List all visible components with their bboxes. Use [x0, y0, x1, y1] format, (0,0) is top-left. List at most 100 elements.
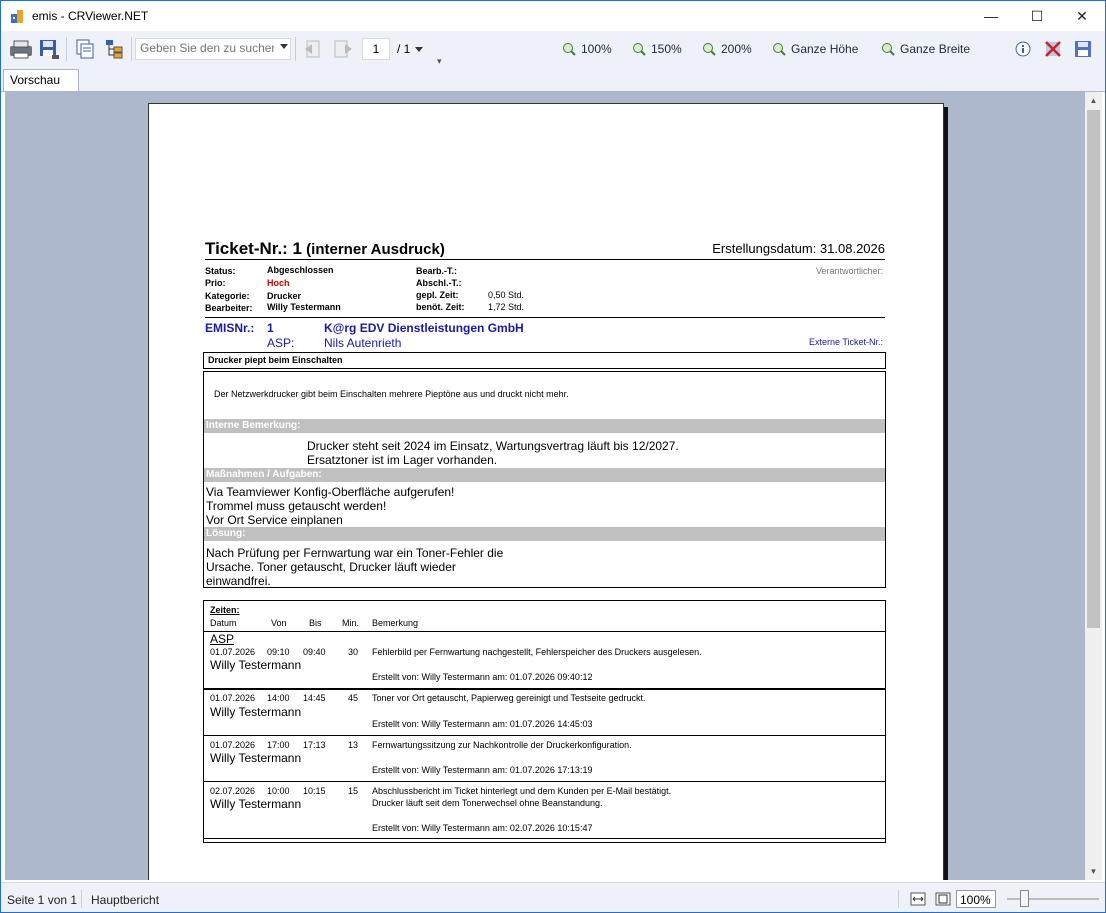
- entry-divider: [204, 838, 885, 839]
- toolbar-separator: [66, 37, 67, 61]
- ticket-number: Ticket-Nr.: 1: [205, 239, 303, 258]
- internal-note-line: Drucker steht seit 2024 im Einsatz, Wart…: [307, 439, 679, 453]
- window-title: emis - CRViewer.NET: [32, 9, 149, 23]
- chevron-down-icon[interactable]: [280, 44, 288, 49]
- entry-note: Toner vor Ort getauscht, Papierweg gerei…: [372, 693, 646, 703]
- ticket-title: Ticket-Nr.: 1 (interner Ausdruck): [205, 239, 445, 259]
- info-button[interactable]: [1015, 37, 1031, 61]
- vertical-scrollbar[interactable]: ▲ ▼: [1085, 92, 1102, 880]
- planned-label: gepl. Zeit:: [416, 290, 459, 300]
- times-box: Zeiten: Datum Von Bis Min. Bemerkung ASP…: [203, 600, 886, 843]
- zoom-slider-thumb[interactable]: [1020, 890, 1029, 907]
- scroll-down-icon[interactable]: ▼: [1085, 863, 1102, 880]
- entry-to: 09:40: [303, 647, 326, 657]
- print-button[interactable]: [9, 37, 33, 61]
- entry-minutes: 15: [348, 786, 359, 796]
- zoom-icon: [703, 43, 716, 56]
- search-input[interactable]: [136, 39, 278, 57]
- subject-box: Drucker piept beim Einschalten: [203, 352, 886, 369]
- entry-person: Willy Testermann: [210, 751, 302, 765]
- maximize-icon: ☐: [1030, 7, 1044, 24]
- divider: [205, 259, 885, 260]
- page-status: Seite 1 von 1: [7, 893, 78, 907]
- entry-date: 01.07.2026: [210, 693, 256, 703]
- entry-date: 01.07.2026: [210, 740, 256, 750]
- editor-label: Bearbeiter:: [205, 303, 253, 313]
- save-button[interactable]: [1074, 37, 1092, 61]
- entry-note: Fernwartungssitzung zur Nachkontrolle de…: [372, 740, 632, 750]
- next-page-button[interactable]: [332, 37, 354, 61]
- solution-header: Lösung:: [204, 527, 885, 541]
- chevron-down-icon: [415, 46, 424, 52]
- save-disk-icon: [40, 40, 59, 59]
- app-icon: [10, 8, 26, 24]
- page-total-dropdown[interactable]: / 1: [397, 37, 424, 61]
- toolbar: 1 / 1 ▾ 100% 150% 200% Ganze Höhe Ganze …: [1, 31, 1105, 67]
- close-button[interactable]: ✕: [1059, 1, 1105, 31]
- column-from: Von: [271, 618, 287, 628]
- export-button[interactable]: [38, 37, 60, 61]
- search-field[interactable]: [135, 38, 291, 60]
- report-name: Hauptbericht: [91, 893, 160, 907]
- minimize-button[interactable]: —: [968, 1, 1014, 31]
- entry-from: 14:00: [267, 693, 290, 703]
- abschl-label: Abschl.-T.:: [416, 278, 462, 288]
- report-viewport[interactable]: Ticket-Nr.: 1 (interner Ausdruck) Erstel…: [5, 92, 1085, 880]
- entry-created: Erstellt von: Willy Testermann am: 01.07…: [372, 765, 593, 775]
- status-value: Abgeschlossen: [267, 265, 334, 275]
- entry-note: Fehlerbild per Fernwartung nachgestellt,…: [372, 647, 702, 657]
- description-box: Der Netzwerkdrucker gibt beim Einschalte…: [203, 371, 886, 588]
- category-value: Drucker: [267, 291, 302, 301]
- group-tree-button[interactable]: [104, 37, 126, 61]
- entry-to: 10:15: [303, 786, 326, 796]
- zoom-full-width-button[interactable]: Ganze Breite: [881, 39, 970, 59]
- zoom-icon: [882, 43, 895, 56]
- customer-name: K@rg EDV Dienstleistungen GmbH: [324, 321, 524, 335]
- emis-label: EMISNr.:: [205, 321, 255, 335]
- group-label: ASP: [210, 632, 235, 646]
- zoom-150-button[interactable]: 150%: [632, 39, 682, 59]
- zoom-100-button[interactable]: 100%: [562, 39, 612, 59]
- copy-button[interactable]: [74, 37, 96, 61]
- prio-value: Hoch: [267, 278, 290, 288]
- fit-width-button[interactable]: [910, 892, 926, 911]
- entry-person: Willy Testermann: [210, 658, 302, 672]
- entry-minutes: 13: [348, 740, 359, 750]
- page-total-label: / 1: [397, 42, 411, 56]
- scroll-thumb[interactable]: [1087, 110, 1100, 628]
- zoom-level-field[interactable]: 100%: [956, 890, 996, 908]
- emis-value: 1: [267, 321, 274, 335]
- save-icon: [1075, 41, 1091, 57]
- tab-strip: Vorschau: [1, 67, 1105, 92]
- zoom-full-height-button[interactable]: Ganze Höhe: [772, 39, 858, 59]
- tab-vorschau[interactable]: Vorschau: [3, 69, 79, 91]
- column-note: Bemerkung: [372, 618, 419, 628]
- asp-value: Nils Autenrieth: [324, 336, 402, 350]
- measures-header: Maßnahmen / Aufgaben:: [204, 468, 885, 482]
- zoom-icon: [633, 43, 646, 56]
- zoom-icon: [773, 43, 786, 56]
- entry-created: Erstellt von: Willy Testermann am: 01.07…: [372, 719, 593, 729]
- scroll-up-icon[interactable]: ▲: [1085, 92, 1102, 109]
- category-label: Kategorie:: [205, 291, 250, 301]
- external-ticket-label: Externe Ticket-Nr.:: [808, 337, 883, 347]
- responsible-label: Verantwortlicher:: [815, 266, 883, 276]
- close-report-button[interactable]: [1044, 37, 1062, 61]
- status-bar: Seite 1 von 1 Hauptbericht 100%: [1, 882, 1105, 912]
- close-report-icon: [1045, 41, 1061, 57]
- previous-page-button[interactable]: [303, 37, 325, 61]
- status-separator: [81, 890, 82, 908]
- zoom-100-label: 100%: [581, 42, 612, 56]
- maximize-button[interactable]: ☐: [1014, 1, 1060, 31]
- entry-created: Erstellt von: Willy Testermann am: 01.07…: [372, 672, 593, 682]
- prio-label: Prio:: [205, 278, 226, 288]
- subject: Drucker piept beim Einschalten: [208, 355, 343, 365]
- zoom-200-button[interactable]: 200%: [702, 39, 752, 59]
- fit-page-button[interactable]: [935, 892, 951, 911]
- printer-icon: [10, 40, 32, 59]
- entry-from: 10:00: [267, 786, 290, 796]
- page-number-input[interactable]: 1: [362, 38, 390, 60]
- entry-date: 02.07.2026: [210, 786, 256, 796]
- entry-divider: [204, 735, 885, 736]
- copy-icon: [76, 39, 94, 59]
